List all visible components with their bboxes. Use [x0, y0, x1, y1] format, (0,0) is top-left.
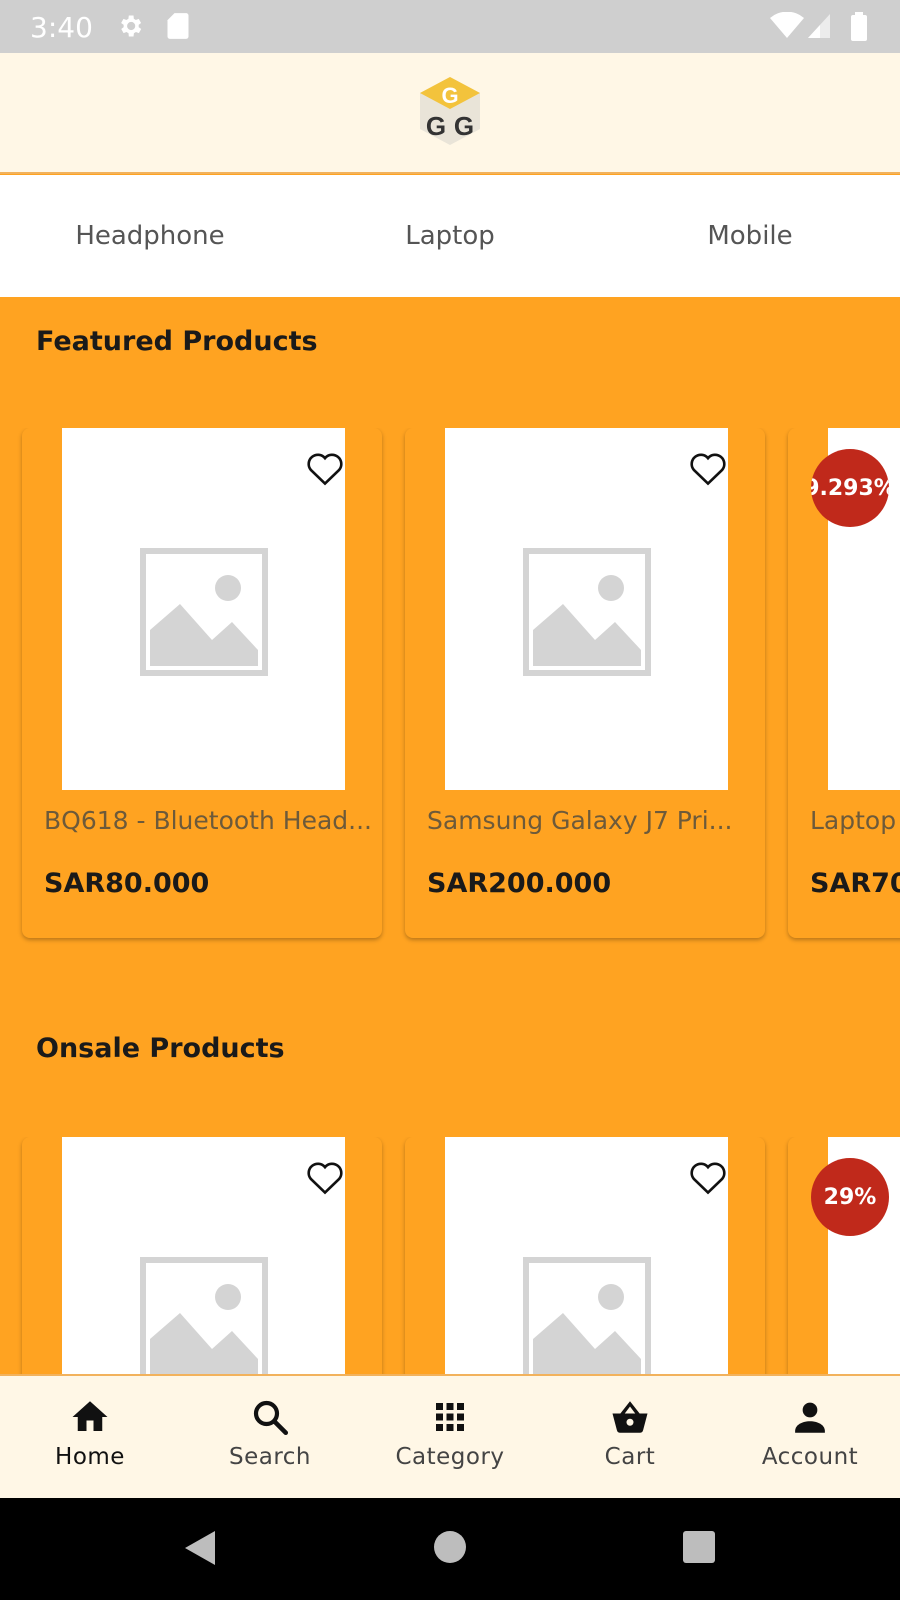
- wifi-icon: [770, 12, 804, 38]
- product-card[interactable]: [22, 1137, 382, 1374]
- home-circle-icon[interactable]: [432, 1529, 468, 1565]
- product-image: [62, 428, 345, 790]
- app-logo: G G G: [420, 77, 480, 145]
- bottom-navigation: Home Search Category Cart Account: [0, 1374, 900, 1498]
- product-image: [445, 428, 728, 790]
- nav-account[interactable]: Account: [720, 1376, 900, 1498]
- basket-icon: [612, 1401, 648, 1433]
- image-placeholder-icon: [523, 1257, 651, 1374]
- onsale-products-row[interactable]: 29%: [0, 1137, 900, 1374]
- gear-icon: [121, 15, 142, 37]
- tab-headphone[interactable]: Headphone: [0, 175, 300, 297]
- heart-icon[interactable]: [688, 1159, 728, 1195]
- image-placeholder-icon: [140, 548, 268, 676]
- sd-card-icon: [167, 13, 189, 39]
- signal-icon: [808, 14, 830, 38]
- product-card[interactable]: 9.293% Laptop SAR70: [788, 428, 900, 938]
- home-icon: [72, 1401, 108, 1431]
- product-card[interactable]: Samsung Galaxy J7 Pri... SAR200.000: [405, 428, 765, 938]
- discount-badge: 9.293%: [811, 449, 889, 527]
- svg-text:G: G: [426, 111, 446, 141]
- discount-badge: 29%: [811, 1158, 889, 1236]
- status-time: 3:40: [30, 11, 93, 44]
- svg-text:G: G: [441, 83, 458, 108]
- image-placeholder-icon: [140, 1257, 268, 1374]
- nav-cart[interactable]: Cart: [540, 1376, 720, 1498]
- heart-icon[interactable]: [305, 450, 345, 486]
- search-icon: [253, 1400, 289, 1436]
- system-nav-bar: [0, 1498, 900, 1600]
- product-image: [445, 1137, 728, 1374]
- product-card[interactable]: [405, 1137, 765, 1374]
- battery-icon: [851, 12, 867, 41]
- product-price: SAR80.000: [44, 868, 210, 899]
- onsale-products-title: Onsale Products: [36, 1033, 285, 1064]
- product-name: BQ618 - Bluetooth Head...: [44, 806, 372, 835]
- nav-category-label: Category: [395, 1444, 505, 1470]
- recents-icon[interactable]: [682, 1530, 716, 1564]
- tab-laptop[interactable]: Laptop: [300, 175, 600, 297]
- nav-category[interactable]: Category: [360, 1376, 540, 1498]
- person-icon: [795, 1402, 825, 1433]
- heart-icon[interactable]: [688, 450, 728, 486]
- product-price: SAR200.000: [427, 868, 612, 899]
- nav-search-label: Search: [228, 1444, 312, 1470]
- svg-text:G: G: [454, 111, 474, 141]
- heart-icon[interactable]: [305, 1159, 345, 1195]
- product-price: SAR70: [810, 868, 900, 899]
- tab-mobile[interactable]: Mobile: [600, 175, 900, 297]
- nav-home-label: Home: [55, 1444, 125, 1470]
- featured-products-row[interactable]: BQ618 - Bluetooth Head... SAR80.000 Sams…: [0, 428, 900, 948]
- app-header: G G G: [0, 53, 900, 174]
- nav-search[interactable]: Search: [180, 1376, 360, 1498]
- grid-icon: [436, 1403, 464, 1431]
- nav-account-label: Account: [761, 1444, 859, 1470]
- category-tabs: Headphone Laptop Mobile: [0, 175, 900, 297]
- product-name: Samsung Galaxy J7 Pri...: [427, 806, 733, 835]
- nav-home[interactable]: Home: [0, 1376, 180, 1498]
- product-image: [62, 1137, 345, 1374]
- back-icon[interactable]: [182, 1528, 218, 1568]
- product-name: Laptop: [810, 806, 897, 835]
- product-card[interactable]: BQ618 - Bluetooth Head... SAR80.000: [22, 428, 382, 938]
- nav-cart-label: Cart: [604, 1444, 656, 1470]
- image-placeholder-icon: [523, 548, 651, 676]
- status-bar: 3:40: [0, 0, 900, 53]
- product-card[interactable]: 29%: [788, 1137, 900, 1374]
- featured-products-title: Featured Products: [36, 326, 318, 357]
